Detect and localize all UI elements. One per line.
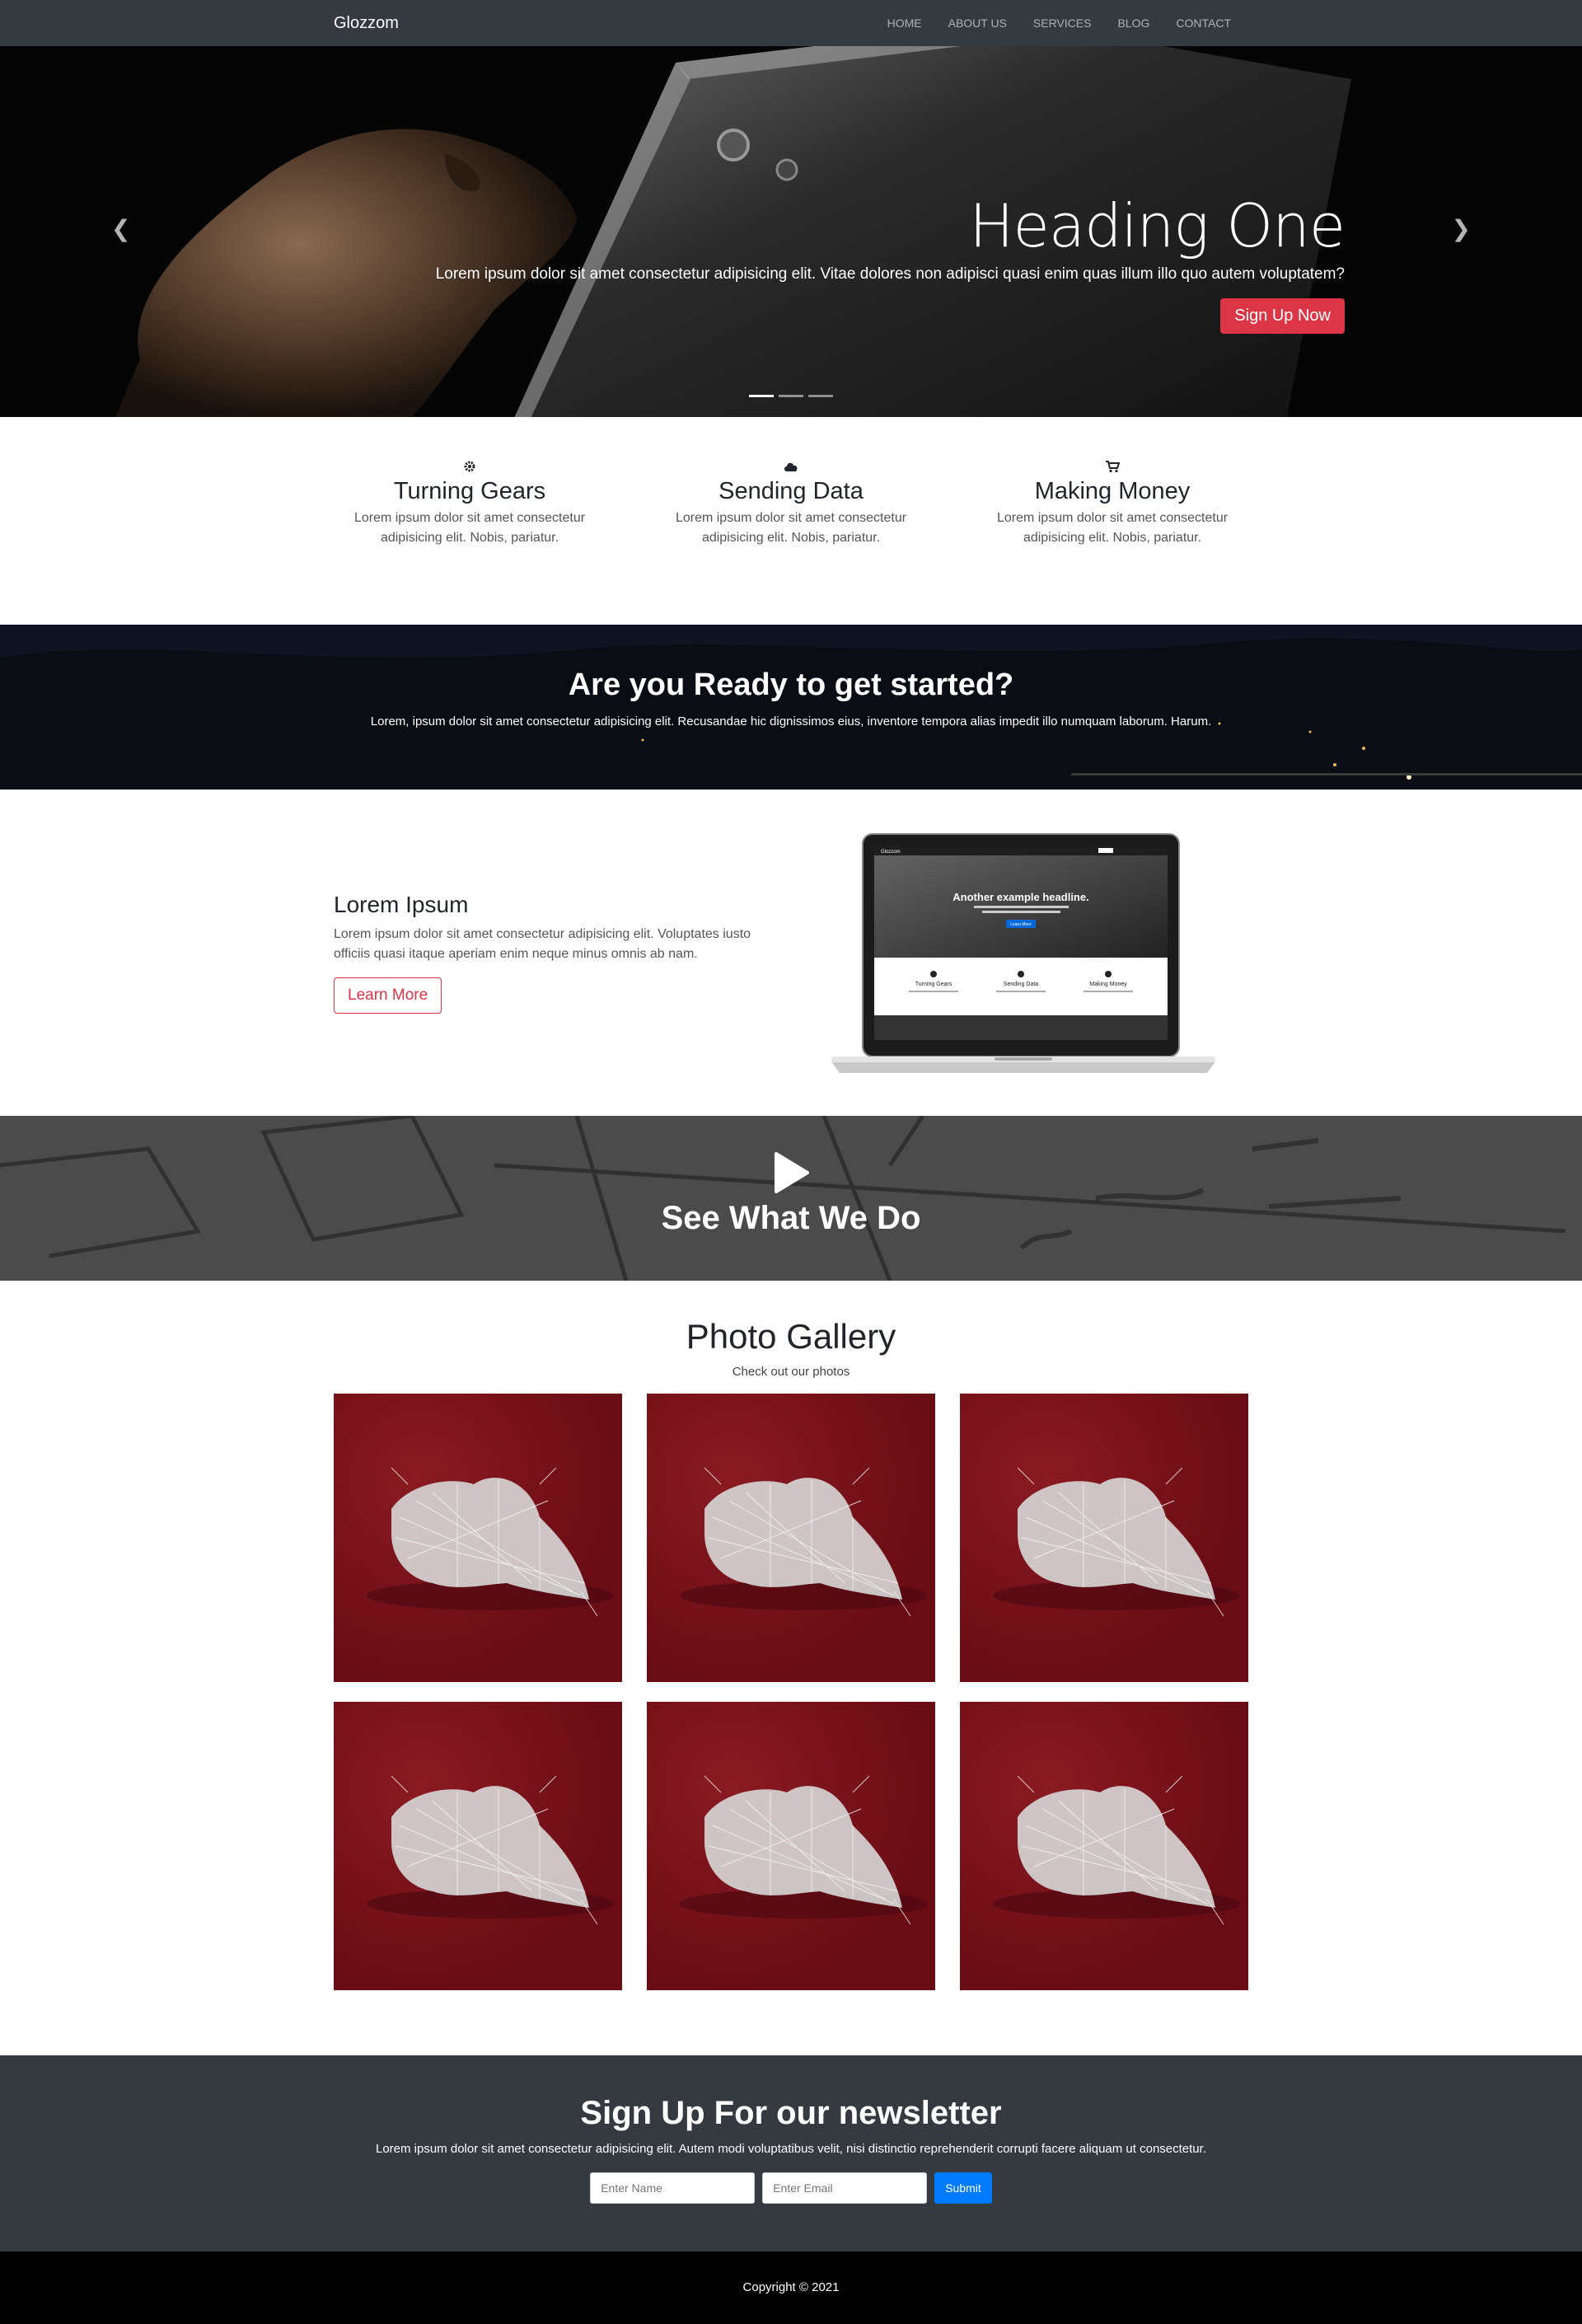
name-input[interactable] [590,2172,756,2204]
hero-caption: Heading One Lorem ipsum dolor sit amet c… [397,191,1346,334]
laptop-screen-headline: Another example headline. [952,891,1088,903]
laptop-screen-feature-1: Turning Gears [915,982,952,987]
gallery-heading: Photo Gallery [686,1317,896,1356]
navbar: Glozzom HOME ABOUT US SERVICES BLOG CONT… [0,0,1582,46]
feature-title: Sending Data [718,478,864,504]
feature-making-money: Making Money Lorem ipsum dolor sit amet … [976,457,1248,548]
cta-heading: Are you Ready to get started? [568,668,1014,702]
carousel-indicators [749,395,833,397]
newsletter-text: Lorem ipsum dolor sit amet consectetur a… [376,2142,1206,2156]
about-text: Lorem ipsum dolor sit amet consectetur a… [334,927,751,961]
gallery-photo[interactable] [334,1394,622,1682]
about-heading: Lorem Ipsum [334,892,469,917]
feature-sending-data: Sending Data Lorem ipsum dolor sit amet … [655,457,927,548]
feature-text: Lorem ipsum dolor sit amet consectetur a… [996,511,1229,545]
about-section: Lorem Ipsum Lorem ipsum dolor sit amet c… [0,790,1582,1116]
gear-icon [334,457,606,476]
gallery-photo[interactable] [647,1702,935,1990]
hero-heading: Heading One [969,191,1346,260]
email-input[interactable] [762,2172,928,2204]
sketch-background-image [0,1116,1566,1281]
video-heading: See What We Do [661,1200,921,1236]
features-section: Turning Gears Lorem ipsum dolor sit amet… [0,417,1582,625]
nav-link-home[interactable]: HOME [874,16,935,30]
get-started-section: Are you Ready to get started? Lorem, ips… [0,625,1582,790]
nav-link-contact[interactable]: CONTACT [1163,16,1244,30]
laptop-screen-feature-2: Sending Data [1004,982,1039,987]
gallery-subheading: Check out our photos [732,1365,850,1379]
feature-turning-gears: Turning Gears Lorem ipsum dolor sit amet… [334,457,606,548]
video-section: See What We Do [0,1116,1582,1281]
carousel-next-chevron-icon[interactable]: ❯ [1452,215,1471,242]
gallery-photo[interactable] [334,1702,622,1990]
gallery-photo[interactable] [960,1394,1248,1682]
laptop-screen-feature-3: Making Money [1089,982,1127,987]
gallery-photo[interactable] [647,1394,935,1682]
nav-link-blog[interactable]: BLOG [1104,16,1163,30]
laptop-image: Glozzom Another example headline. Learn … [830,832,1217,1080]
newsletter-heading: Sign Up For our newsletter [580,2095,1002,2131]
laptop-screen-button: Learn More [1010,922,1032,927]
photo-gallery-section: Photo Gallery Check out our photos [0,1281,1582,2055]
copyright-text: Copyright © 2021 [742,2280,840,2294]
feature-text: Lorem ipsum dolor sit amet consectetur a… [353,511,586,545]
sign-up-now-button[interactable]: Sign Up Now [1220,298,1345,334]
newsletter-form: Submit [0,2172,1582,2204]
carousel-indicator-2[interactable] [779,395,803,397]
learn-more-button[interactable]: Learn More [334,977,442,1014]
about-text-block: Lorem Ipsum Lorem ipsum dolor sit amet c… [334,892,762,1080]
hero-carousel: ❮ ❯ Heading One Lorem ipsum dolor sit am… [0,46,1582,417]
feature-title: Making Money [1034,478,1191,504]
laptop-screen-brand: Glozzom [881,850,901,855]
gallery-grid [334,1394,1248,1990]
cart-icon [976,457,1248,476]
nav-menu: HOME ABOUT US SERVICES BLOG CONTACT [874,16,1244,30]
play-icon[interactable] [773,1152,809,1193]
gallery-photo[interactable] [960,1702,1248,1990]
night-city-background-image [0,638,1582,790]
nav-link-about[interactable]: ABOUT US [935,16,1020,30]
footer: Copyright © 2021 [0,2251,1582,2324]
cta-text: Lorem, ipsum dolor sit amet consectetur … [370,715,1212,729]
submit-button[interactable]: Submit [934,2172,992,2204]
newsletter-section: Sign Up For our newsletter Lorem ipsum d… [0,2055,1582,2251]
carousel-indicator-3[interactable] [808,395,833,397]
carousel-prev-chevron-icon[interactable]: ❮ [111,215,130,242]
carousel-indicator-1[interactable] [749,395,774,397]
feature-title: Turning Gears [393,478,546,504]
brand-logo[interactable]: Glozzom [334,14,399,33]
feature-text: Lorem ipsum dolor sit amet consectetur a… [675,511,907,545]
cloud-icon [655,457,927,476]
hero-text: Lorem ipsum dolor sit amet consectetur a… [435,265,1345,283]
nav-link-services[interactable]: SERVICES [1020,16,1105,30]
